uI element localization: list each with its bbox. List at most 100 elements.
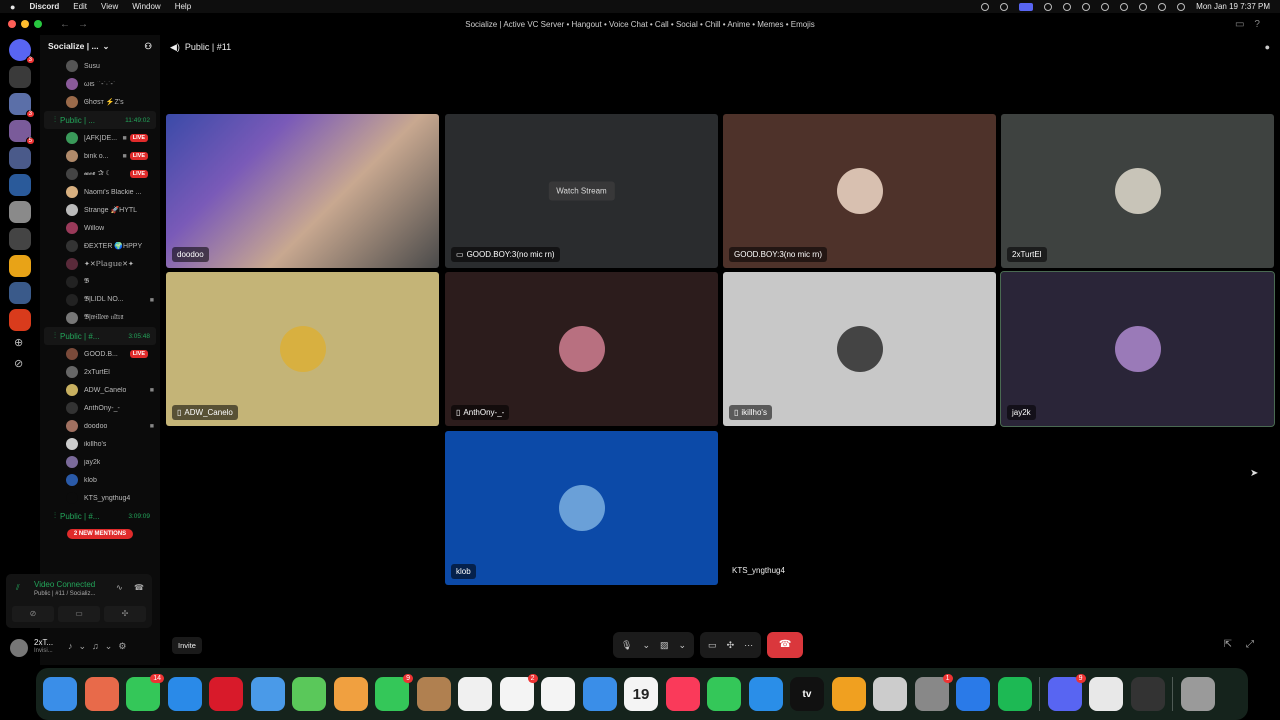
voice-channel[interactable]: ⫶ Public | ... 11:49:02	[44, 111, 156, 129]
server-icon[interactable]: 5	[9, 120, 35, 145]
video-tile[interactable]: GOOD.BOY:3(no mic rn)	[723, 114, 996, 268]
voice-user[interactable]: ikillho's	[40, 435, 160, 453]
menu-edit[interactable]: Edit	[73, 2, 87, 11]
vpn-icon[interactable]	[1044, 2, 1053, 11]
dock-facetime-icon[interactable]: 9	[375, 674, 413, 711]
menubar-clock[interactable]: Mon Jan 19 7:37 PM	[1196, 2, 1270, 11]
server-icon[interactable]	[9, 147, 31, 169]
dock-obs-icon[interactable]	[1130, 677, 1165, 711]
voice-user[interactable]: jay2k	[40, 453, 160, 471]
dock-discord-icon[interactable]: 9	[1047, 674, 1086, 711]
wifi-icon[interactable]	[1139, 2, 1148, 11]
server-icon[interactable]	[9, 255, 31, 277]
username[interactable]: 2xT...	[34, 638, 53, 647]
screen-share-icon[interactable]	[1019, 2, 1034, 11]
dock-pages-icon[interactable]	[831, 677, 866, 711]
status-icon[interactable]	[1000, 2, 1009, 11]
add-member-icon[interactable]: ⚇	[144, 41, 152, 52]
voice-user[interactable]: ✦✕ℙ𝕝𝕒𝕘𝕦𝕖✕✦	[40, 255, 160, 273]
server-icon[interactable]	[9, 309, 31, 331]
dock-contacts-icon[interactable]	[416, 677, 451, 711]
dock-trash-icon[interactable]	[1180, 677, 1215, 711]
voice-user[interactable]: 𝕭|𝔴𝔦𝔩𝔩𝔬𝔴 𝔲𝔩𝔱𝔯𝔞	[40, 309, 160, 327]
server-header[interactable]: Socialize | ... ⌄ ⚇	[40, 35, 160, 57]
avatar[interactable]	[10, 639, 28, 657]
dock-chrome-icon[interactable]	[1089, 677, 1123, 711]
dock-safari-icon[interactable]	[167, 677, 202, 711]
signal-icon[interactable]: ⫽	[16, 583, 20, 593]
dock-calendar-icon[interactable]: 19	[624, 677, 658, 711]
dock-keynote-icon[interactable]	[582, 677, 617, 711]
more-options-icon[interactable]: ⋯	[744, 640, 753, 651]
play-icon[interactable]	[1101, 2, 1110, 11]
chevron-down-icon[interactable]: ⌄	[642, 640, 650, 651]
dock-system-settings-icon[interactable]: 1	[914, 674, 953, 711]
voice-user[interactable]: Naomi's Blackie ...	[40, 183, 160, 201]
server-icon[interactable]	[9, 228, 31, 250]
voice-user[interactable]: doodoo ■	[40, 417, 160, 435]
menu-window[interactable]: Window	[132, 2, 160, 11]
server-icon[interactable]	[9, 282, 31, 304]
dock-maps-icon[interactable]	[292, 677, 326, 711]
microphone-icon[interactable]: 🎙	[621, 640, 632, 651]
voice-user[interactable]: 𝕭	[40, 273, 160, 291]
popout-fullscreen-icons[interactable]: ⇱⤢	[1224, 639, 1268, 650]
dock-opera-icon[interactable]	[209, 677, 243, 711]
voice-user[interactable]: GOOD.B... LIVE	[40, 345, 160, 363]
participant-name[interactable]: KTS_yngthug4	[732, 566, 785, 575]
voice-user[interactable]: Strange 🚀HYTL	[40, 201, 160, 219]
server-icon[interactable]: 3	[9, 93, 35, 118]
camera-off-button[interactable]: ⊘	[12, 606, 54, 622]
menu-app-name[interactable]: Discord	[29, 2, 59, 11]
voice-user[interactable]: Willow	[40, 219, 160, 237]
voice-user[interactable]: 2xTurtEl	[40, 363, 160, 381]
dock-photos-icon[interactable]	[333, 677, 368, 711]
server-icon[interactable]	[9, 174, 31, 196]
screen-share-icon[interactable]: ▭	[708, 640, 717, 651]
dock-finder-icon[interactable]	[43, 677, 77, 711]
voice-user[interactable]: ωιѕ ˙ˊ-ˋ·ˊ-ˋ	[40, 75, 160, 93]
video-tile[interactable]: ▯ ikillho's	[723, 272, 996, 426]
user-controls[interactable]: ♪⌄♫⌄⚙	[68, 641, 132, 652]
video-tile[interactable]: ▯ AnthOny-_-	[445, 272, 718, 426]
menu-help[interactable]: Help	[175, 2, 191, 11]
server-icon[interactable]	[9, 66, 31, 88]
camera-off-icon[interactable]: ▨	[660, 640, 669, 651]
video-tile[interactable]: jay2k	[1000, 271, 1275, 427]
status-icon[interactable]	[981, 2, 990, 11]
activities-button[interactable]: ✣	[104, 606, 146, 622]
dock-iphone-mirroring-icon[interactable]	[873, 677, 907, 711]
dock-spotify-icon[interactable]	[997, 677, 1032, 711]
voice-status[interactable]: Video Connected	[34, 580, 95, 589]
noise-suppression-icon[interactable]: ∿	[116, 583, 123, 592]
chevron-down-icon[interactable]: ⌄	[679, 640, 687, 651]
video-tile[interactable]: ▯ ADW_Canelo	[166, 272, 439, 426]
voice-user[interactable]: KTS_yngthug4	[40, 489, 160, 507]
video-tile[interactable]: doodoo	[166, 114, 439, 268]
dock-mail-icon[interactable]	[250, 677, 285, 711]
voice-channel[interactable]: ⫶ Public | #... 3:09:09	[44, 507, 156, 525]
voice-user[interactable]: 𝔀𝓸𝓮 ✰ ☾ LIVE	[40, 165, 160, 183]
leave-call-button[interactable]: ☎	[767, 632, 804, 658]
voice-user[interactable]: [AFK]DE... ■ LIVE	[40, 129, 160, 147]
disconnect-icon[interactable]: ☎	[134, 583, 144, 592]
voice-channel-path[interactable]: Public | #11 / Socializ...	[34, 591, 95, 597]
voice-user[interactable]: Ꮆhσѕт ⚡Z's	[40, 93, 160, 111]
control-center-icon[interactable]	[1158, 2, 1167, 11]
dock-messages-icon[interactable]: 14	[126, 674, 164, 711]
chat-icon[interactable]: ●	[1265, 42, 1270, 52]
dock-tv-icon[interactable]: tv	[790, 677, 824, 711]
voice-user[interactable]: Susu	[40, 57, 160, 75]
user-icon[interactable]	[1177, 2, 1186, 11]
dock-roblox-icon[interactable]	[956, 677, 990, 711]
search-icon[interactable]	[1120, 2, 1129, 11]
activities-icon[interactable]: ✣	[727, 640, 735, 651]
new-mentions-badge[interactable]: 2 NEW MENTIONS	[67, 529, 133, 539]
server-icon[interactable]: 3	[9, 39, 35, 64]
voice-user[interactable]: bink o... ■ LIVE	[40, 147, 160, 165]
voice-user[interactable]: ÐEXTER 🌍HPPY	[40, 237, 160, 255]
discover-icon[interactable]: ⊘	[14, 357, 40, 370]
video-tile[interactable]: 2xTurtEl	[1001, 114, 1274, 268]
video-tile[interactable]: Watch Stream ▭ GOOD.BOY:3(no mic rn)	[445, 114, 718, 268]
battery-icon[interactable]	[1082, 2, 1091, 11]
